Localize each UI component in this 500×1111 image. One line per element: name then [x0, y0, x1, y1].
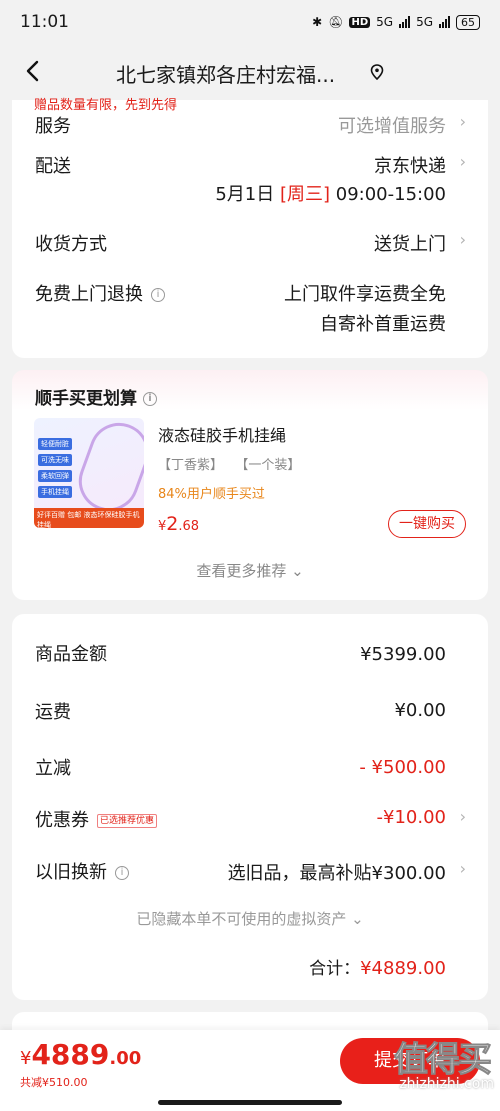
watermark-logo: 值得买 [394, 1040, 493, 1081]
product-price: ¥2.68 [158, 513, 199, 535]
coupon-label: 优惠券 已选推荐优惠 [35, 806, 158, 832]
cross-sell-title-text: 顺手买更划算 [35, 389, 137, 409]
header: 北七家镇郑各庄村宏福... [0, 44, 500, 100]
home-indicator[interactable] [158, 1100, 342, 1105]
trade-in-label: 以旧换新 i [35, 858, 129, 884]
price-integer: 2 [166, 513, 179, 535]
battery-icon: 65 [456, 14, 480, 30]
more-label: 查看更多推荐 [196, 562, 287, 580]
chevron-right-icon[interactable]: › [460, 152, 466, 171]
delivery-weekday: [周三] [279, 184, 331, 205]
return-label-text: 免费上门退换 [35, 284, 143, 305]
thumb-tag: 柔软回弹 [38, 470, 72, 482]
watermark-url: zhizhizhi.com [399, 1076, 494, 1092]
total-label: 合计： [309, 959, 361, 979]
order-options-card: 赠品数量有限，先到先得 服务 可选增值服务 › 配送 京东快递 › 5月1日 [… [12, 98, 488, 358]
price-decimal: .68 [178, 519, 200, 534]
purchase-note: 84%用户顺手买过 [158, 487, 265, 502]
one-click-buy-button[interactable]: 一键购买 [388, 510, 466, 538]
lanyard-graphic [70, 418, 144, 520]
trade-in-label-text: 以旧换新 [35, 862, 107, 883]
signal-icon [399, 16, 411, 28]
product-thumbnail[interactable]: 轻便耐脏 可洗无味 柔软回弹 手机挂绳 好评百赠 包邮 液态环保硅胶手机挂绳 [34, 418, 144, 528]
coupon-value[interactable]: -¥10.00 [377, 807, 446, 828]
currency-symbol: ¥ [20, 1048, 32, 1069]
price-decimal: .00 [109, 1048, 142, 1069]
spec-pack: 【一个装】 [235, 458, 301, 473]
chevron-right-icon[interactable]: › [460, 859, 466, 878]
bluetooth-icon: ✱ [312, 15, 323, 29]
service-label: 服务 [35, 116, 71, 137]
chevron-right-icon[interactable]: › [460, 230, 466, 249]
pay-amount: ¥4889.00 [20, 1038, 141, 1071]
cross-sell-title: 顺手买更划算 i [35, 384, 157, 409]
chevron-right-icon[interactable]: › [460, 112, 466, 131]
coupon-label-text: 优惠券 [35, 810, 89, 831]
thumb-tag: 手机挂绳 [38, 486, 72, 498]
delivery-label: 配送 [35, 156, 71, 177]
cross-sell-card: 顺手买更划算 i 轻便耐脏 可洗无味 柔软回弹 手机挂绳 好评百赠 包邮 液态环保… [12, 370, 488, 600]
address-title[interactable]: 北七家镇郑各庄村宏福... [116, 59, 335, 88]
freight-value: ¥0.00 [394, 700, 446, 721]
status-time: 11:01 [20, 12, 69, 32]
delivery-slot[interactable]: 5月1日 [周三] 09:00-15:00 [215, 180, 446, 206]
back-arrow-icon[interactable] [22, 60, 44, 82]
network-label-1: 5G [376, 15, 394, 29]
total-row: 合计：¥4889.00 [309, 954, 446, 979]
status-bar: 11:01 ✱ 🔕︎ HD 5G 5G 65 [0, 0, 500, 44]
product-name[interactable]: 液态硅胶手机挂绳 [158, 422, 286, 446]
coupon-badge: 已选推荐优惠 [97, 814, 158, 828]
saved-amount: 共减¥510.00 [20, 1076, 88, 1089]
info-icon[interactable]: i [115, 866, 129, 880]
return-line-2: 自寄补首重运费 [320, 314, 446, 335]
discount-value: - ¥500.00 [359, 757, 446, 778]
chevron-right-icon[interactable]: › [460, 807, 466, 826]
hd-badge: HD [349, 16, 371, 28]
location-pin-icon[interactable] [370, 64, 384, 80]
freight-label: 运费 [35, 702, 71, 723]
return-label: 免费上门退换 i [35, 280, 165, 306]
price-summary-card: 商品金额 ¥5399.00 运费 ¥0.00 立减 - ¥500.00 优惠券已… [12, 614, 488, 1000]
info-icon[interactable]: i [143, 392, 157, 406]
more-recommendations-link[interactable]: 查看更多推荐 ⌄ [12, 560, 488, 581]
goods-amount-value: ¥5399.00 [360, 644, 446, 665]
trade-in-value[interactable]: 选旧品，最高补贴¥300.00 [228, 859, 446, 885]
promo-note: 赠品数量有限，先到先得 [34, 98, 178, 113]
receive-value[interactable]: 送货上门 [374, 230, 446, 256]
goods-amount-label: 商品金额 [35, 644, 107, 665]
thumb-tag: 可洗无味 [38, 454, 72, 466]
service-value[interactable]: 可选增值服务 [338, 112, 446, 138]
hidden-note-text: 已隐藏本单不可使用的虚拟资产 [136, 910, 347, 928]
thumb-strip: 好评百赠 包邮 液态环保硅胶手机挂绳 [34, 508, 144, 528]
return-line-1: 上门取件享运费全免 [284, 284, 446, 305]
delivery-date: 5月1日 [215, 184, 275, 205]
chevron-down-icon: ⌄ [291, 562, 304, 580]
chevron-down-icon: ⌄ [351, 910, 364, 928]
thumb-tag: 轻便耐脏 [38, 438, 72, 450]
price-integer: 4889 [31, 1038, 110, 1071]
total-value: ¥4889.00 [360, 958, 446, 979]
product-spec: 【丁香紫】 【一个装】 [158, 454, 300, 473]
status-icons: ✱ 🔕︎ HD 5G 5G 65 [312, 14, 480, 30]
discount-label: 立减 [35, 758, 71, 779]
mute-icon: 🔕︎ [328, 15, 344, 29]
delivery-time: 09:00-15:00 [335, 184, 446, 205]
receive-label: 收货方式 [35, 234, 107, 255]
network-label-2: 5G [416, 15, 433, 29]
hidden-assets-note[interactable]: 已隐藏本单不可使用的虚拟资产 ⌄ [12, 908, 488, 929]
delivery-value[interactable]: 京东快递 [374, 152, 446, 178]
spec-color: 【丁香紫】 [158, 458, 224, 473]
signal-icon-2 [439, 16, 450, 28]
info-icon[interactable]: i [151, 288, 165, 302]
